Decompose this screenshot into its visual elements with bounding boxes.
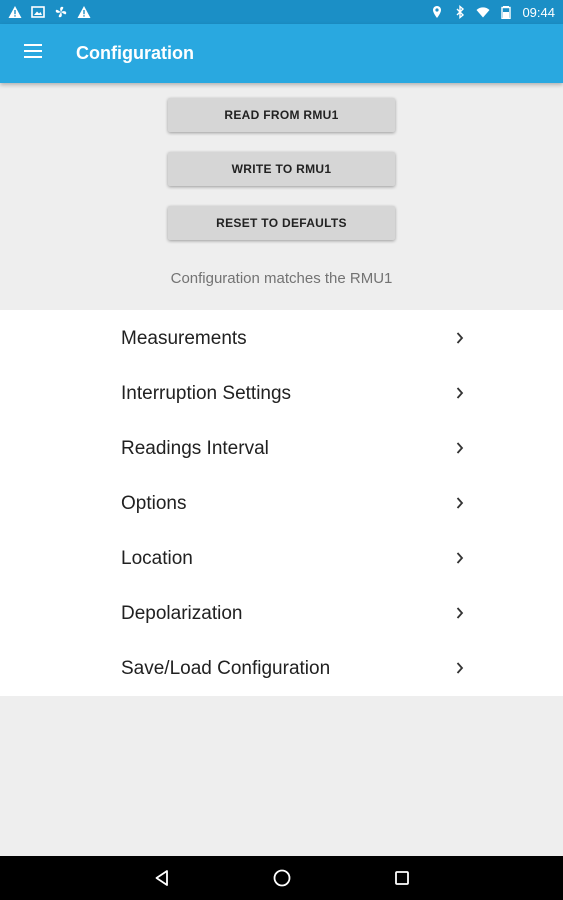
- list-item-location[interactable]: Location: [0, 531, 563, 586]
- list-item-label: Location: [121, 548, 193, 569]
- list-item-label: Options: [121, 493, 187, 514]
- write-to-device-button[interactable]: WRITE TO RMU1: [168, 152, 395, 186]
- bluetooth-icon: [456, 5, 465, 19]
- wifi-icon: [476, 7, 490, 18]
- chevron-right-icon: [456, 552, 464, 564]
- list-item-readings-interval[interactable]: Readings Interval: [0, 421, 563, 476]
- list-item-interruption-settings[interactable]: Interruption Settings: [0, 366, 563, 421]
- app-bar: Configuration: [0, 24, 563, 83]
- system-icons: 09:44: [430, 0, 555, 24]
- list-item-measurements[interactable]: Measurements: [0, 311, 563, 366]
- list-item-label: Interruption Settings: [121, 383, 292, 404]
- chevron-right-icon: [456, 332, 464, 344]
- image-icon: [31, 6, 45, 18]
- recents-icon: [395, 871, 409, 885]
- back-button[interactable]: [132, 856, 192, 900]
- recents-button[interactable]: [372, 856, 432, 900]
- fan-icon: [55, 6, 67, 18]
- chevron-right-icon: [456, 662, 464, 674]
- list-item-label: Measurements: [121, 328, 247, 349]
- warning-icon: [77, 6, 91, 18]
- actions-panel: READ FROM RMU1 WRITE TO RMU1 RESET TO DE…: [0, 83, 563, 309]
- status-bar: 09:44: [0, 0, 563, 24]
- menu-button[interactable]: [16, 38, 50, 70]
- settings-list: Measurements Interruption Settings Readi…: [0, 310, 563, 696]
- list-item-save-load-configuration[interactable]: Save/Load Configuration: [0, 641, 563, 696]
- list-item-depolarization[interactable]: Depolarization: [0, 586, 563, 641]
- status-time: 09:44: [522, 4, 555, 20]
- notification-icons: [8, 0, 91, 24]
- chevron-right-icon: [456, 497, 464, 509]
- navigation-bar: [0, 856, 563, 900]
- hamburger-menu-icon: [24, 44, 42, 58]
- list-item-options[interactable]: Options: [0, 476, 563, 531]
- back-icon: [155, 870, 168, 886]
- warning-icon: [8, 6, 22, 18]
- reset-to-defaults-button[interactable]: RESET TO DEFAULTS: [168, 206, 395, 240]
- location-icon: [433, 6, 442, 18]
- page-title: Configuration: [76, 43, 194, 63]
- list-item-label: Save/Load Configuration: [121, 658, 331, 679]
- sync-status-text: Configuration matches the RMU1: [170, 270, 393, 287]
- list-item-label: Readings Interval: [121, 438, 269, 459]
- read-from-device-button[interactable]: READ FROM RMU1: [168, 98, 395, 132]
- home-button[interactable]: [252, 856, 312, 900]
- chevron-right-icon: [456, 607, 464, 619]
- battery-icon: [501, 6, 512, 19]
- chevron-right-icon: [456, 387, 464, 399]
- home-icon: [273, 869, 291, 887]
- chevron-right-icon: [456, 442, 464, 454]
- list-item-label: Depolarization: [121, 603, 243, 624]
